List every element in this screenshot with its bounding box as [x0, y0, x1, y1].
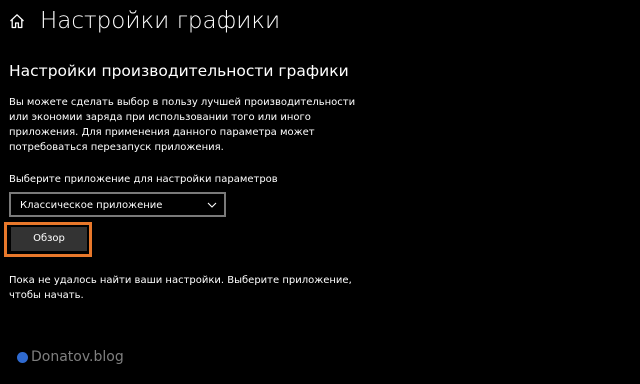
watermark-logo-dot — [17, 351, 28, 363]
watermark-text: Donatov.blog — [31, 349, 124, 365]
app-type-select[interactable]: Классическое приложение — [9, 192, 226, 217]
chevron-down-icon — [207, 202, 217, 208]
browse-button[interactable]: Обзор — [11, 227, 87, 251]
section-title: Настройки производительности графики — [9, 62, 349, 80]
app-type-select-value: Классическое приложение — [20, 200, 163, 211]
page-title: Настройки графики — [40, 8, 281, 34]
section-description: Вы можете сделать выбор в пользу лучшей … — [9, 97, 356, 153]
app-select-label: Выберите приложение для настройки параме… — [9, 174, 278, 185]
graphics-settings-page: Настройки графики Настройки производител… — [0, 0, 640, 384]
status-message: Пока не удалось найти ваши настройки. Вы… — [9, 275, 352, 301]
home-icon[interactable] — [9, 13, 25, 29]
watermark: Donatov.blog — [17, 347, 124, 367]
